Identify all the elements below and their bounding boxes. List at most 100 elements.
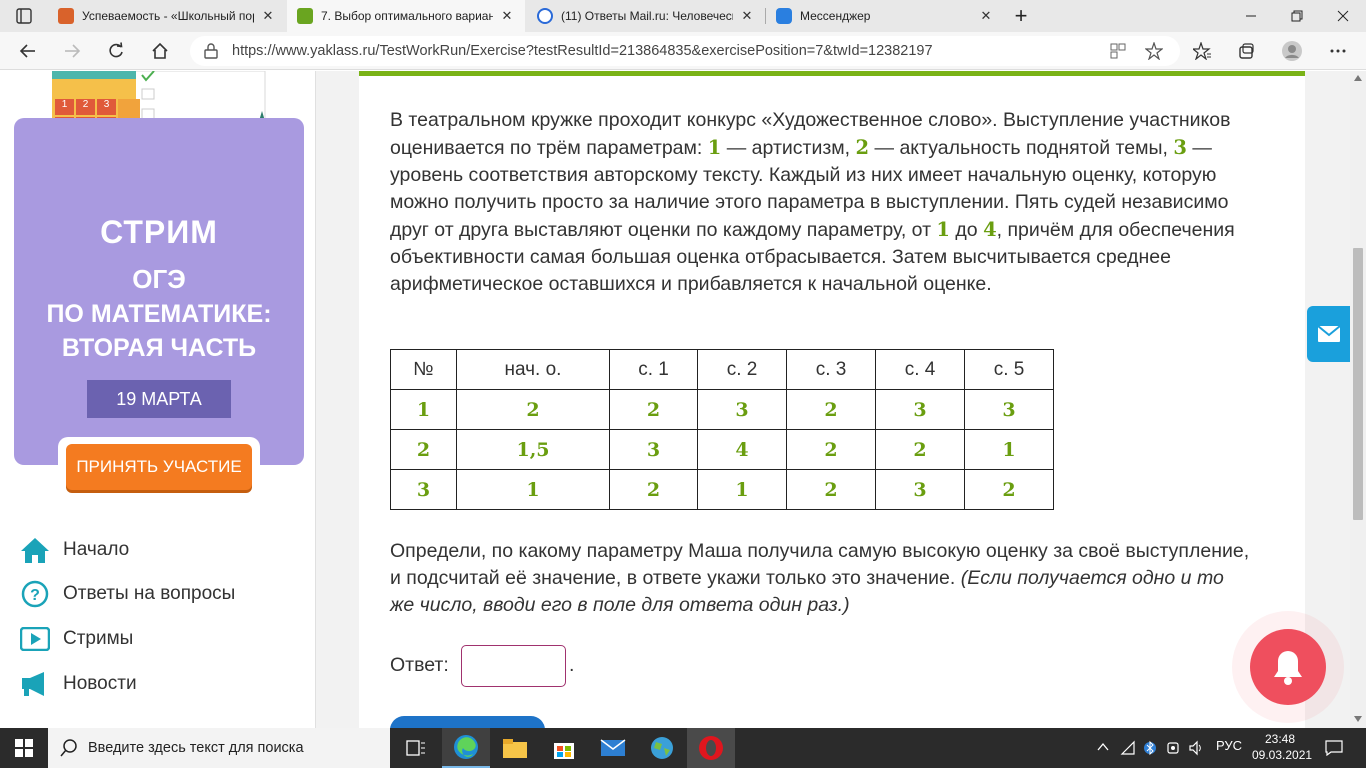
- home-browser-icon[interactable]: [146, 37, 174, 65]
- chevron-up-icon[interactable]: [1097, 742, 1109, 752]
- globe-app-icon[interactable]: [638, 728, 686, 768]
- minimize-icon[interactable]: [1228, 0, 1274, 32]
- table-cell: 3: [697, 389, 787, 430]
- notification-center-icon[interactable]: [1325, 740, 1343, 756]
- collections-icon[interactable]: [1232, 37, 1260, 65]
- task-text: — актуальность поднятой темы,: [869, 137, 1174, 159]
- banner-subtitle-1: ОГЭ: [132, 264, 186, 294]
- table-cell: 2: [609, 389, 698, 430]
- tab-exercise[interactable]: 7. Выбор оптимального вариан ✕: [287, 0, 525, 32]
- profile-avatar-icon[interactable]: [1278, 37, 1306, 65]
- more-menu-icon[interactable]: [1324, 37, 1352, 65]
- sidebar-item-answers[interactable]: ? Ответы на вопросы: [20, 579, 235, 609]
- column-header: с. 1: [609, 349, 698, 390]
- megaphone-icon: [20, 669, 50, 699]
- join-button-frame: ПРИНЯТЬ УЧАСТИЕ: [58, 437, 260, 497]
- sidebar-item-news[interactable]: Новости: [20, 669, 137, 699]
- file-explorer-icon[interactable]: [491, 728, 539, 768]
- close-icon[interactable]: ✕: [739, 8, 755, 24]
- task-description: В театральном кружке проходит конкурс «Х…: [390, 107, 1250, 298]
- progress-accent-line: [359, 71, 1305, 76]
- restore-icon[interactable]: [1274, 0, 1320, 32]
- back-arrow-icon[interactable]: [14, 37, 42, 65]
- svg-text:?: ?: [30, 587, 40, 604]
- refresh-icon[interactable]: [102, 37, 130, 65]
- search-icon: [60, 739, 77, 757]
- calc-key: 2: [76, 99, 95, 115]
- sidebar-item-label: Начало: [63, 539, 130, 560]
- stream-promo-banner[interactable]: СТРИМ ОГЭ ПО МАТЕМАТИКЕ: ВТОРАЯ ЧАСТЬ 19…: [14, 118, 304, 465]
- answer-label: Ответ:: [390, 654, 449, 676]
- task-text: — артистизм,: [721, 137, 856, 159]
- windows-start-icon[interactable]: [0, 728, 48, 768]
- table-cell: 1: [964, 429, 1054, 470]
- clock-date: 09.03.2021: [1252, 748, 1313, 762]
- tab-mail-answers[interactable]: (11) Ответы Mail.ru: Человеческ ✕: [527, 0, 765, 32]
- close-window-icon[interactable]: [1320, 0, 1366, 32]
- sidebar-item-label: Стримы: [63, 628, 134, 649]
- feedback-mail-button[interactable]: [1307, 306, 1350, 362]
- sidebar-item-home[interactable]: Начало: [20, 535, 129, 565]
- lock-icon: [204, 43, 218, 59]
- taskbar-search-input[interactable]: Введите здесь текст для поиска: [48, 728, 390, 768]
- scroll-up-icon[interactable]: [1354, 75, 1362, 81]
- answer-input[interactable]: [461, 645, 566, 687]
- sidebar: 1 2 3 4 5 6 7 8 9 . 0 = СТРИМ ОГЭ ПО МАТ…: [0, 71, 316, 728]
- bluetooth-icon[interactable]: [1144, 739, 1156, 757]
- tab-actions-icon[interactable]: [14, 6, 34, 26]
- scrollbar-thumb[interactable]: [1353, 248, 1363, 520]
- browser-tab-bar: Успеваемость - «Школьный пор ✕ 7. Выбор …: [0, 0, 1366, 32]
- math-number: 3: [1173, 136, 1187, 159]
- table-cell: 1: [697, 469, 787, 510]
- table-header-row: № нач. о. с. 1 с. 2 с. 3 с. 4 с. 5: [390, 349, 1054, 390]
- task-question: Определи, по какому параметру Маша получ…: [390, 538, 1250, 619]
- input-language[interactable]: РУС: [1216, 738, 1242, 753]
- url-input[interactable]: https://www.yaklass.ru/TestWorkRun/Exerc…: [190, 36, 1180, 66]
- join-stream-button[interactable]: ПРИНЯТЬ УЧАСТИЕ: [66, 444, 252, 490]
- question-icon: ?: [20, 579, 50, 609]
- table-cell: 2: [875, 429, 965, 470]
- close-icon[interactable]: ✕: [260, 8, 276, 24]
- yaklass-favicon-icon: [297, 8, 313, 24]
- network-icon[interactable]: [1120, 740, 1136, 756]
- table-cell: 2: [786, 389, 876, 430]
- opera-browser-icon[interactable]: [687, 728, 735, 768]
- new-tab-button[interactable]: +: [998, 0, 1044, 32]
- forward-arrow-icon[interactable]: [58, 37, 86, 65]
- webcam-icon[interactable]: [1166, 740, 1182, 756]
- sidebar-item-label: Ответы на вопросы: [63, 583, 236, 604]
- home-icon: [20, 535, 50, 565]
- banner-title: СТРИМ: [100, 214, 218, 250]
- notifications-button[interactable]: [1250, 629, 1326, 705]
- close-icon[interactable]: ✕: [499, 8, 515, 24]
- edge-browser-icon[interactable]: [442, 728, 490, 768]
- table-cell: 2: [609, 469, 698, 510]
- close-icon[interactable]: ✕: [978, 8, 994, 24]
- reader-view-icon[interactable]: [1104, 37, 1132, 65]
- banner-subtitle-3: ВТОРАЯ ЧАСТЬ: [61, 334, 257, 362]
- calc-key: 3: [97, 99, 116, 115]
- table-cell: 1,5: [456, 429, 610, 470]
- table-row: 3 1 2 1 2 3 2: [390, 469, 1054, 510]
- tab-messenger[interactable]: Мессенджер ✕: [766, 0, 1004, 32]
- bell-icon: [1274, 651, 1302, 685]
- tab-uspevaemost[interactable]: Успеваемость - «Школьный пор ✕: [48, 0, 286, 32]
- exercise-panel: В театральном кружке проходит конкурс «Х…: [359, 71, 1305, 728]
- sidebar-item-streams[interactable]: Стримы: [20, 624, 133, 654]
- task-text: до: [950, 219, 984, 241]
- favorites-icon[interactable]: [1188, 37, 1216, 65]
- column-header: с. 2: [697, 349, 787, 390]
- page-scrollbar[interactable]: [1350, 71, 1366, 728]
- clock[interactable]: 23:48 09.03.2021: [1252, 731, 1313, 763]
- store-icon[interactable]: [540, 728, 588, 768]
- table-cell: 4: [697, 429, 787, 470]
- question-favicon-icon: [537, 8, 553, 24]
- volume-icon[interactable]: [1188, 740, 1204, 756]
- add-favorite-icon[interactable]: [1140, 37, 1168, 65]
- column-header: №: [390, 349, 457, 390]
- submit-answer-button[interactable]: [390, 716, 545, 728]
- mail-app-icon[interactable]: [589, 728, 637, 768]
- table-cell: 2: [456, 389, 610, 430]
- task-view-icon[interactable]: [392, 728, 440, 768]
- scroll-down-icon[interactable]: [1354, 716, 1362, 722]
